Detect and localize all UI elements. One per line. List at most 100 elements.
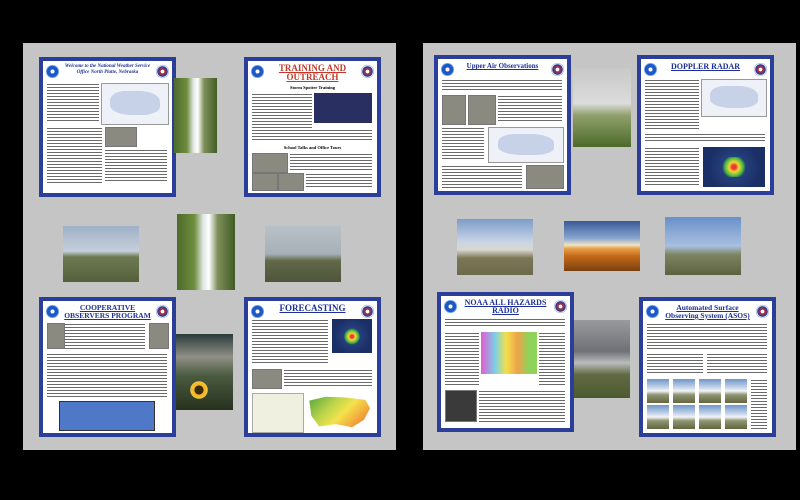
forecaster-photo [252, 369, 282, 389]
radar-tower-photo [665, 217, 741, 275]
text-block [47, 83, 99, 123]
asos-sensor-photo [647, 405, 669, 429]
poster-title: Upper Air Observations [466, 62, 539, 70]
text-block [252, 129, 372, 141]
us-map-image [101, 83, 169, 125]
text-block [65, 323, 145, 349]
noaa-logo-icon [441, 63, 454, 76]
text-block [47, 127, 102, 183]
presentation-image [314, 93, 372, 123]
poster-upper-air[interactable]: Upper Air Observations [434, 55, 571, 195]
nws-logo-icon [361, 65, 374, 78]
landscape-photo [63, 226, 139, 282]
asos-sensor-photo [725, 379, 747, 403]
balloon-photo [442, 95, 466, 125]
poster-asos[interactable]: Automated Surface Observing System (ASOS… [639, 297, 776, 437]
storm-photo [572, 320, 630, 398]
observer-photo [149, 323, 169, 349]
noaa-logo-icon [251, 305, 264, 318]
radar-image [332, 319, 372, 353]
tour-photo [278, 173, 304, 191]
radio-receiver-photo [445, 390, 477, 422]
asos-sensor-photo [647, 379, 669, 403]
school-photo [252, 153, 288, 173]
temperature-map-image [309, 396, 371, 428]
poster-forecasting[interactable]: FORECASTING [244, 297, 381, 437]
text-block [306, 173, 372, 189]
tour-photo [252, 173, 278, 191]
poster-title: DOPPLER RADAR [670, 62, 741, 71]
poster-noaa-weather-radio[interactable]: NOAA ALL HAZARDS RADIO [437, 292, 574, 432]
text-block [647, 323, 767, 349]
text-block [442, 165, 522, 189]
farmstead-photo [457, 219, 533, 275]
text-block [445, 318, 565, 328]
poster-title: NOAA ALL HAZARDS RADIO [464, 298, 547, 315]
asos-sensor-photo [725, 405, 747, 429]
text-block [445, 332, 479, 386]
noaa-logo-icon [646, 305, 659, 318]
radar-reflectivity-image [703, 147, 765, 187]
asos-sensor-photo [673, 379, 695, 403]
poster-welcome[interactable]: Welcome to the National Weather Service … [39, 57, 176, 197]
text-block [539, 332, 565, 386]
river-photo [265, 226, 341, 282]
poster-training[interactable]: TRAINING AND OUTREACH Storm Spotter Trai… [244, 57, 381, 197]
poster-title: TRAINING AND OUTREACH [278, 63, 347, 82]
noaa-logo-icon [444, 300, 457, 313]
county-map-image [59, 401, 155, 431]
text-block [647, 353, 703, 375]
asos-sensor-photo [699, 379, 721, 403]
radiosonde-photo [526, 165, 564, 189]
noaa-logo-icon [46, 65, 59, 78]
poster-title: FORECASTING [279, 303, 346, 313]
nws-logo-icon [554, 300, 567, 313]
text-block [479, 390, 565, 422]
noaa-logo-icon [251, 65, 264, 78]
text-block [498, 95, 562, 123]
text-block [47, 353, 167, 397]
nws-logo-icon [754, 63, 767, 76]
waterfall-photo [177, 214, 235, 290]
waterfall-photo [174, 78, 217, 153]
text-block [442, 79, 562, 91]
asos-sensor-photo [673, 405, 695, 429]
text-block [252, 93, 312, 131]
poster-cooperative-observers[interactable]: COOPERATIVE OBSERVERS PROGRAM [39, 297, 176, 437]
section-heading: School Talks and Office Tours [283, 145, 342, 150]
text-block [645, 79, 699, 129]
text-block [252, 319, 328, 365]
coverage-map-image [481, 332, 537, 374]
office-photo [105, 127, 137, 147]
sunflower-photo [175, 334, 233, 410]
nws-logo-icon [156, 65, 169, 78]
poster-title: Automated Surface Observing System (ASOS… [665, 303, 750, 320]
asos-sensor-photo [699, 405, 721, 429]
launch-photo [468, 95, 496, 125]
noaa-logo-icon [46, 305, 59, 318]
poster-doppler-radar[interactable]: DOPPLER RADAR [637, 55, 774, 195]
gauge-photo [47, 323, 65, 349]
network-map-image [488, 127, 564, 163]
field-photo [573, 68, 631, 147]
text-block [645, 133, 765, 143]
nws-logo-icon [361, 305, 374, 318]
poster-title: Welcome to the National Weather Service … [64, 64, 151, 75]
nws-logo-icon [156, 305, 169, 318]
display-board-right: Upper Air Observations DOPPLER RADAR NOA… [423, 43, 796, 450]
sunflower-icon [189, 380, 209, 400]
text-block [707, 353, 767, 375]
text-block [751, 379, 767, 429]
text-block [105, 149, 167, 183]
text-block [645, 147, 699, 187]
nws-logo-icon [551, 63, 564, 76]
text-block [284, 369, 372, 387]
nws-logo-icon [756, 305, 769, 318]
poster-title: COOPERATIVE OBSERVERS PROGRAM [64, 303, 151, 320]
section-heading: Storm Spotter Training [289, 85, 335, 90]
radar-network-map [701, 79, 767, 117]
sunset-field-photo [564, 221, 640, 271]
noaa-logo-icon [644, 63, 657, 76]
text-block [290, 153, 372, 171]
display-board-left: Welcome to the National Weather Service … [23, 43, 396, 450]
